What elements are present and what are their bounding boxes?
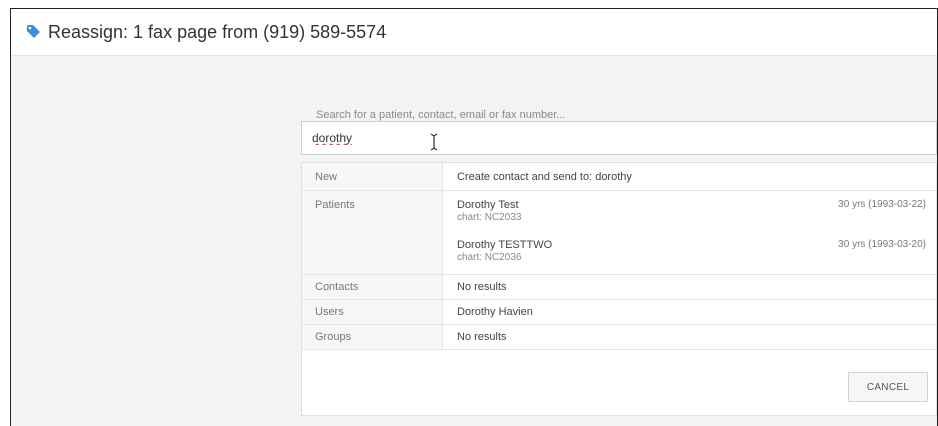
dialog-header: Reassign: 1 fax page from (919) 589-5574: [11, 9, 937, 56]
text-cursor-icon: [429, 133, 439, 151]
results-row-new: New Create contact and send to: dorothy: [302, 163, 936, 191]
patient-age: 30 yrs (1993-03-22): [838, 199, 926, 210]
results-row-patients: Patients Dorothy Test chart: NC2033 30 y…: [302, 191, 936, 275]
category-label: New: [302, 163, 443, 190]
create-contact-option[interactable]: Create contact and send to: dorothy: [443, 163, 936, 190]
reassign-dialog: Reassign: 1 fax page from (919) 589-5574…: [10, 8, 938, 426]
search-hint-label: Search for a patient, contact, email or …: [316, 109, 566, 121]
results-footer: CANCEL: [302, 360, 936, 415]
category-label: Users: [302, 300, 443, 324]
patient-age: 30 yrs (1993-03-20): [838, 239, 926, 250]
patient-chart: chart: NC2036: [457, 252, 522, 263]
category-label: Contacts: [302, 275, 443, 299]
results-row-groups: Groups No results: [302, 325, 936, 350]
patient-result[interactable]: Dorothy TESTTWO chart: NC2036 30 yrs (19…: [457, 239, 936, 279]
patient-chart: chart: NC2033: [457, 212, 522, 223]
user-result[interactable]: Dorothy Havien: [443, 300, 936, 324]
search-results-panel: New Create contact and send to: dorothy …: [301, 162, 937, 416]
dialog-title: Reassign: 1 fax page from (919) 589-5574: [48, 21, 387, 42]
category-label: Groups: [302, 325, 443, 349]
results-row-users: Users Dorothy Havien: [302, 300, 936, 325]
groups-result: No results: [457, 331, 507, 343]
category-label: Patients: [302, 191, 443, 274]
tag-icon: [26, 24, 42, 40]
patient-result[interactable]: Dorothy Test chart: NC2033 30 yrs (1993-…: [457, 199, 936, 239]
search-input[interactable]: [301, 121, 937, 155]
cancel-button[interactable]: CANCEL: [848, 372, 928, 402]
patient-list: Dorothy Test chart: NC2033 30 yrs (1993-…: [443, 191, 936, 274]
